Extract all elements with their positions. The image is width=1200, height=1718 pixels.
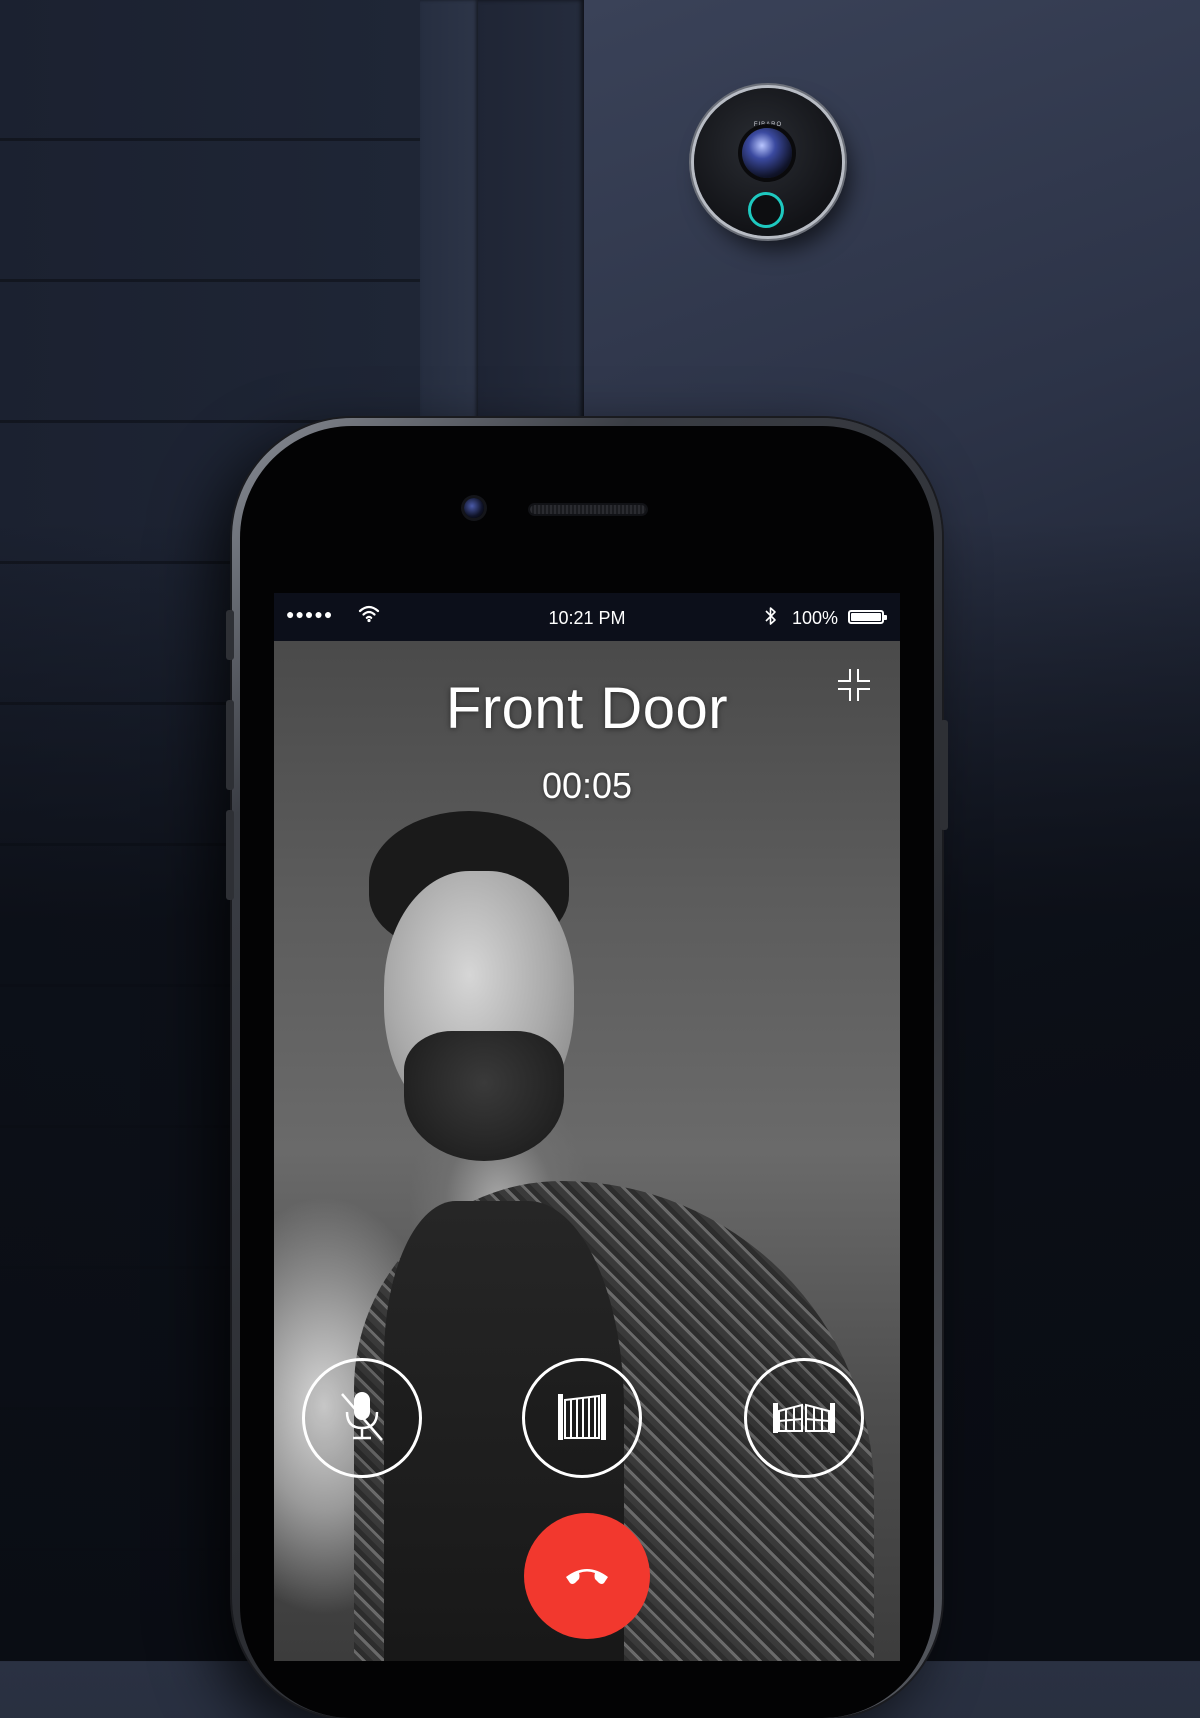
visitor-beard bbox=[404, 1031, 564, 1161]
doorbell-button bbox=[748, 192, 784, 228]
call-title: Front Door bbox=[445, 676, 729, 741]
battery-icon bbox=[848, 610, 887, 624]
minimize-icon[interactable] bbox=[834, 665, 874, 705]
battery-percent: 100% bbox=[792, 608, 839, 628]
doorbell-device: FIBARO bbox=[694, 88, 842, 236]
door-frame bbox=[420, 0, 478, 420]
mic-off-icon bbox=[332, 1386, 392, 1451]
gate-icon bbox=[552, 1386, 612, 1451]
earpiece-speaker bbox=[530, 505, 646, 514]
call-duration: 00:05 bbox=[541, 765, 633, 806]
open-fence-gate-button[interactable] bbox=[744, 1358, 864, 1478]
door-frame-inner bbox=[478, 0, 584, 420]
bluetooth-icon bbox=[764, 606, 778, 631]
phone-screen: ●●●●● 10:21 PM 100% Front Door 00:05 bbox=[274, 593, 900, 1661]
volume-down-button bbox=[226, 810, 234, 900]
status-bar: ●●●●● 10:21 PM 100% bbox=[274, 593, 900, 641]
doorbell-camera-lens bbox=[742, 128, 792, 178]
mute-button[interactable] bbox=[302, 1358, 422, 1478]
end-call-button[interactable] bbox=[524, 1513, 650, 1639]
open-gate-button[interactable] bbox=[522, 1358, 642, 1478]
volume-up-button bbox=[226, 700, 234, 790]
mute-switch bbox=[226, 610, 234, 660]
front-camera bbox=[464, 498, 484, 518]
fence-gate-icon bbox=[769, 1391, 839, 1446]
phone-hangup-icon bbox=[562, 1559, 612, 1594]
power-button bbox=[940, 720, 948, 830]
